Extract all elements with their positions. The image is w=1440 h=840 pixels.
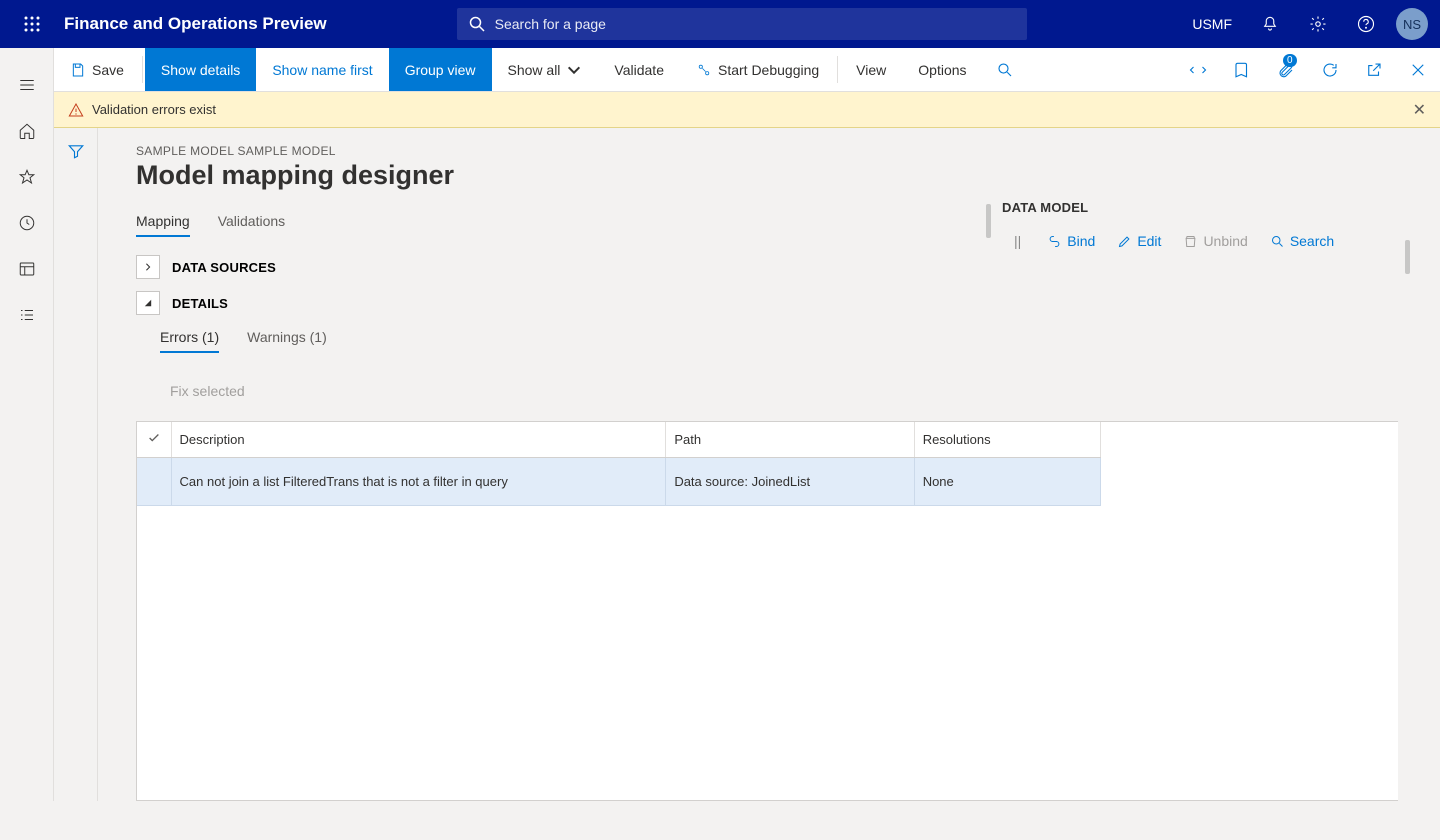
expand-data-sources-icon[interactable] bbox=[136, 255, 160, 279]
resize-handle-icon[interactable] bbox=[986, 204, 991, 238]
company-picker[interactable]: USMF bbox=[1180, 16, 1244, 32]
notifications-icon[interactable] bbox=[1248, 0, 1292, 48]
cell-path: Data source: JoinedList bbox=[666, 458, 914, 506]
warning-close-icon[interactable]: ✕ bbox=[1413, 100, 1426, 120]
attachment-count: 0 bbox=[1283, 54, 1297, 67]
attachments-icon[interactable]: 0 bbox=[1264, 48, 1308, 92]
resize-handle-icon[interactable] bbox=[1405, 240, 1410, 274]
command-bar: Save Show details Show name first Group … bbox=[54, 48, 1440, 92]
close-icon[interactable] bbox=[1396, 48, 1440, 92]
tab-mapping[interactable]: Mapping bbox=[136, 213, 190, 237]
search-button[interactable]: Search bbox=[1270, 233, 1334, 249]
app-launcher-icon[interactable] bbox=[8, 0, 56, 48]
tab-warnings[interactable]: Warnings (1) bbox=[247, 329, 327, 353]
show-all-button[interactable]: Show all bbox=[492, 48, 599, 91]
link-icon[interactable] bbox=[1176, 48, 1220, 92]
start-debugging-label: Start Debugging bbox=[718, 62, 819, 78]
group-view-label: Group view bbox=[405, 62, 476, 78]
page-title: Model mapping designer bbox=[136, 160, 1412, 191]
data-sources-label: DATA SOURCES bbox=[172, 260, 276, 275]
find-icon[interactable] bbox=[983, 48, 1027, 92]
user-avatar[interactable]: NS bbox=[1396, 8, 1428, 40]
bind-button[interactable]: Bind bbox=[1047, 233, 1095, 249]
edit-button[interactable]: Edit bbox=[1117, 233, 1161, 249]
save-label: Save bbox=[92, 62, 124, 78]
edit-label: Edit bbox=[1137, 233, 1161, 249]
row-checkbox[interactable] bbox=[137, 458, 171, 506]
view-button[interactable]: View bbox=[840, 48, 902, 91]
col-path[interactable]: Path bbox=[666, 422, 914, 458]
table-row[interactable]: Can not join a list FilteredTrans that i… bbox=[137, 458, 1101, 506]
collapse-details-icon[interactable] bbox=[136, 291, 160, 315]
unbind-label: Unbind bbox=[1203, 233, 1247, 249]
details-section: DETAILS bbox=[136, 291, 1412, 315]
validate-label: Validate bbox=[614, 62, 664, 78]
show-all-label: Show all bbox=[508, 62, 561, 78]
col-resolutions[interactable]: Resolutions bbox=[914, 422, 1100, 458]
tab-errors[interactable]: Errors (1) bbox=[160, 329, 219, 353]
options-label: Options bbox=[918, 62, 966, 78]
refresh-icon[interactable] bbox=[1308, 48, 1352, 92]
help-icon[interactable] bbox=[1344, 0, 1388, 48]
show-details-button[interactable]: Show details bbox=[145, 48, 256, 91]
data-model-panel: DATA MODEL || Bind Edit Unbind Search bbox=[1002, 200, 1412, 249]
save-icon bbox=[70, 62, 86, 78]
filter-column bbox=[54, 128, 98, 801]
fix-selected-button[interactable]: Fix selected bbox=[170, 383, 1412, 399]
workspaces-icon[interactable] bbox=[3, 246, 51, 292]
search-label: Search bbox=[1290, 233, 1334, 249]
show-name-first-button[interactable]: Show name first bbox=[256, 48, 388, 91]
show-details-label: Show details bbox=[161, 62, 240, 78]
options-button[interactable]: Options bbox=[902, 48, 982, 91]
details-tabs: Errors (1) Warnings (1) bbox=[160, 329, 1412, 353]
data-model-title: DATA MODEL bbox=[1002, 200, 1412, 215]
warning-message: Validation errors exist bbox=[92, 102, 216, 117]
chevron-down-icon bbox=[566, 62, 582, 78]
details-label: DETAILS bbox=[172, 296, 228, 311]
search-icon bbox=[469, 16, 485, 32]
errors-table: Description Path Resolutions Can not joi… bbox=[137, 422, 1101, 506]
tab-validations[interactable]: Validations bbox=[218, 213, 285, 237]
favorites-icon[interactable] bbox=[3, 154, 51, 200]
search-input[interactable] bbox=[495, 16, 1015, 32]
debug-icon bbox=[696, 62, 712, 78]
bind-label: Bind bbox=[1067, 233, 1095, 249]
select-all-checkbox[interactable] bbox=[137, 422, 171, 458]
app-title: Finance and Operations Preview bbox=[64, 14, 327, 34]
filter-icon[interactable] bbox=[67, 142, 85, 801]
home-icon[interactable] bbox=[3, 108, 51, 154]
warning-icon bbox=[68, 102, 84, 118]
book-icon[interactable] bbox=[1220, 48, 1264, 92]
validate-button[interactable]: Validate bbox=[598, 48, 680, 91]
popout-icon[interactable] bbox=[1352, 48, 1396, 92]
top-nav: Finance and Operations Preview USMF NS bbox=[0, 0, 1440, 48]
recent-icon[interactable] bbox=[3, 200, 51, 246]
errors-table-wrap: Description Path Resolutions Can not joi… bbox=[136, 421, 1398, 801]
view-label: View bbox=[856, 62, 886, 78]
splitter-icon[interactable]: || bbox=[1014, 233, 1021, 249]
save-button[interactable]: Save bbox=[54, 48, 140, 91]
cell-description: Can not join a list FilteredTrans that i… bbox=[171, 458, 666, 506]
group-view-button[interactable]: Group view bbox=[389, 48, 492, 91]
search-box[interactable] bbox=[457, 8, 1027, 40]
left-rail bbox=[0, 48, 54, 801]
col-description[interactable]: Description bbox=[171, 422, 666, 458]
validation-warning-bar: Validation errors exist ✕ bbox=[54, 92, 1440, 128]
breadcrumb: SAMPLE MODEL SAMPLE MODEL bbox=[136, 144, 1412, 158]
data-sources-section: DATA SOURCES bbox=[136, 255, 1412, 279]
show-name-first-label: Show name first bbox=[272, 62, 372, 78]
hamburger-icon[interactable] bbox=[3, 62, 51, 108]
unbind-button: Unbind bbox=[1183, 233, 1247, 249]
cell-resolutions: None bbox=[914, 458, 1100, 506]
settings-icon[interactable] bbox=[1296, 0, 1340, 48]
modules-icon[interactable] bbox=[3, 292, 51, 338]
start-debugging-button[interactable]: Start Debugging bbox=[680, 48, 835, 91]
